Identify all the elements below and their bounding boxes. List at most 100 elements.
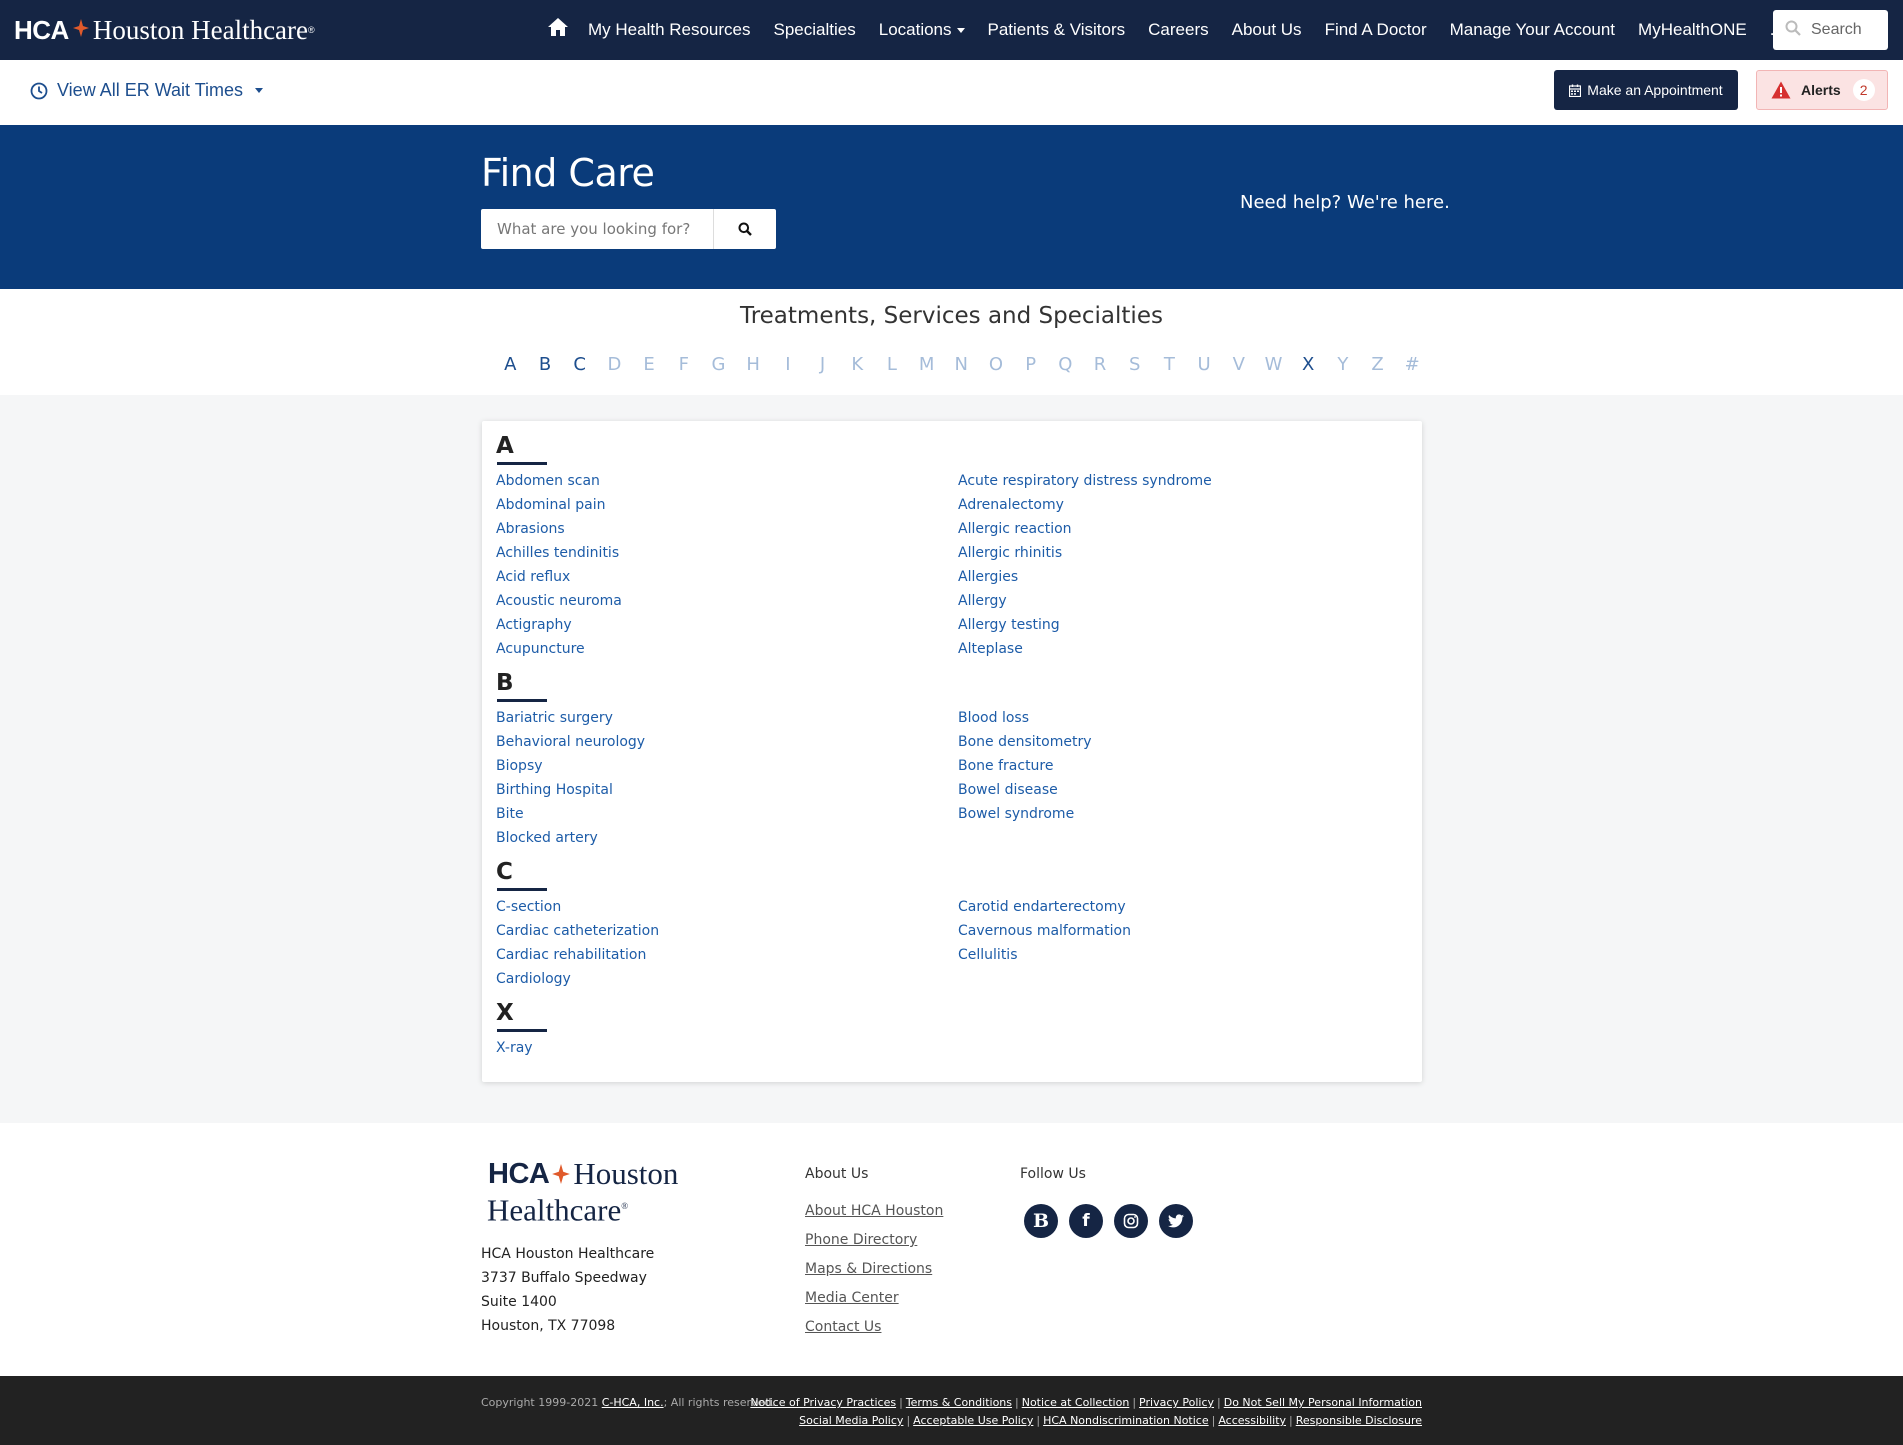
nav-links: My Health Resources Specialties Locations P… <box>588 0 1807 60</box>
legal-link-terms-and-conditions[interactable]: Terms & Conditions <box>906 1396 1012 1409</box>
legal-link-notice-of-privacy-practices[interactable]: Notice of Privacy Practices <box>750 1396 896 1409</box>
legal-link-hca-nondiscrimination-notice[interactable]: HCA Nondiscrimination Notice <box>1043 1414 1209 1427</box>
specialty-link[interactable]: Achilles tendinitis <box>496 541 622 565</box>
letter-filter-s: S <box>1129 354 1141 375</box>
nav-link-about-us[interactable]: About Us <box>1232 20 1302 40</box>
specialty-link[interactable]: Abrasions <box>496 517 622 541</box>
nav-link-manage-your-account[interactable]: Manage Your Account <box>1450 20 1615 40</box>
specialty-link[interactable]: Allergies <box>958 565 1212 589</box>
specialty-link[interactable]: Bowel disease <box>958 778 1092 802</box>
footer-link-maps-and-directions[interactable]: Maps & Directions <box>805 1259 943 1288</box>
specialty-link[interactable]: Behavioral neurology <box>496 730 645 754</box>
nav-link-careers[interactable]: Careers <box>1148 20 1208 40</box>
specialty-link[interactable]: Adrenalectomy <box>958 493 1212 517</box>
facebook-icon[interactable]: f <box>1069 1204 1103 1238</box>
specialty-link[interactable]: Blood loss <box>958 706 1092 730</box>
calendar-icon <box>1569 84 1587 97</box>
specialty-link[interactable]: Acoustic neuroma <box>496 589 622 613</box>
find-care-search <box>481 209 776 249</box>
make-appointment-button[interactable]: Make an Appointment <box>1554 70 1738 110</box>
specialty-link[interactable]: Bite <box>496 802 645 826</box>
nav-search-box[interactable]: Search <box>1773 10 1888 50</box>
copyright: Copyright 1999-2021 C-HCA, Inc.; All rig… <box>481 1396 775 1409</box>
legal-link-accessibility[interactable]: Accessibility <box>1218 1414 1286 1427</box>
specialty-link[interactable]: Cardiology <box>496 967 659 991</box>
nav-link-locations[interactable]: Locations <box>879 20 965 40</box>
address-line: Suite 1400 <box>481 1294 557 1310</box>
letter-filter-hash: # <box>1404 354 1420 375</box>
legal-link-do-not-sell-my-personal-information[interactable]: Do Not Sell My Personal Information <box>1224 1396 1422 1409</box>
specialty-link[interactable]: Acute respiratory distress syndrome <box>958 469 1212 493</box>
specialty-link[interactable]: Alteplase <box>958 637 1212 661</box>
legal-link-social-media-policy[interactable]: Social Media Policy <box>799 1414 903 1427</box>
specialty-link[interactable]: Actigraphy <box>496 613 622 637</box>
footer-link-media-center[interactable]: Media Center <box>805 1288 943 1317</box>
specialty-link[interactable]: Blocked artery <box>496 826 645 850</box>
specialty-link[interactable]: Cellulitis <box>958 943 1131 967</box>
footer-link-phone-directory[interactable]: Phone Directory <box>805 1230 943 1259</box>
specialty-link[interactable]: Carotid endarterectomy <box>958 895 1131 919</box>
home-icon[interactable] <box>547 17 569 39</box>
letter-filter-e: E <box>643 354 655 375</box>
letter-filter-q: Q <box>1058 354 1073 375</box>
letter-filter-y: Y <box>1337 354 1349 375</box>
letter-filter-c[interactable]: C <box>562 354 597 376</box>
legal-link-notice-at-collection[interactable]: Notice at Collection <box>1022 1396 1130 1409</box>
hca-houston-logo[interactable]: HCA Houston Healthcare ® <box>14 14 315 46</box>
logo-name-text: Houston Healthcare <box>92 14 309 45</box>
specialty-link[interactable]: Abdominal pain <box>496 493 622 517</box>
nav-link-patients-and-visitors[interactable]: Patients & Visitors <box>988 20 1126 40</box>
specialty-link[interactable]: Acid reflux <box>496 565 622 589</box>
page-title: Find Care <box>481 151 655 195</box>
specialty-link[interactable]: Acupuncture <box>496 637 622 661</box>
letter-filter-b[interactable]: B <box>528 354 563 376</box>
specialty-link[interactable]: C-section <box>496 895 659 919</box>
specialty-link[interactable]: Birthing Hospital <box>496 778 645 802</box>
footer-link-contact-us[interactable]: Contact Us <box>805 1317 943 1346</box>
letter-filter-g: G <box>711 354 726 375</box>
specialty-link[interactable]: Abdomen scan <box>496 469 622 493</box>
specialty-link[interactable]: Allergic rhinitis <box>958 541 1212 565</box>
clock-icon <box>30 82 48 100</box>
alerts-button[interactable]: Alerts 2 <box>1756 70 1888 110</box>
find-care-search-input[interactable] <box>481 209 714 249</box>
letter-filter-v: V <box>1232 354 1245 375</box>
group-x-column-left: X-ray <box>496 1036 533 1060</box>
specialty-link[interactable]: Bowel syndrome <box>958 802 1092 826</box>
footer-link-about-hca-houston[interactable]: About HCA Houston <box>805 1201 943 1230</box>
nav-link-my-health-resources[interactable]: My Health Resources <box>588 20 751 40</box>
footer-about-links: About HCA Houston Phone Directory Maps & D… <box>805 1201 943 1346</box>
specialty-link[interactable]: Allergy <box>958 589 1212 613</box>
specialty-link[interactable]: Cardiac rehabilitation <box>496 943 659 967</box>
er-wait-times-dropdown[interactable]: View All ER Wait Times <box>30 80 264 101</box>
letter-filter-a[interactable]: A <box>493 354 528 376</box>
instagram-icon[interactable] <box>1114 1204 1148 1238</box>
nav-link-myhealthone[interactable]: MyHealthONE <box>1638 20 1747 40</box>
legal-link-privacy-policy[interactable]: Privacy Policy <box>1139 1396 1214 1409</box>
footer-logo[interactable]: HCA Houston Healthcare® <box>487 1156 678 1225</box>
twitter-icon[interactable] <box>1159 1204 1193 1238</box>
specialty-link[interactable]: Allergy testing <box>958 613 1212 637</box>
hca-star-icon <box>72 18 89 42</box>
copyright-link[interactable]: C-HCA, Inc. <box>602 1396 664 1409</box>
social-links: Bf <box>1024 1204 1204 1238</box>
legal-link-acceptable-use-policy[interactable]: Acceptable Use Policy <box>913 1414 1033 1427</box>
specialty-link[interactable]: Bariatric surgery <box>496 706 645 730</box>
group-a-column-left: Abdomen scan Abdominal pain Abrasions Achil… <box>496 469 622 661</box>
specialty-link[interactable]: Cavernous malformation <box>958 919 1131 943</box>
chevron-down-icon <box>255 88 264 93</box>
specialty-link[interactable]: Cardiac catheterization <box>496 919 659 943</box>
specialty-link[interactable]: Bone fracture <box>958 754 1092 778</box>
letter-filter-x[interactable]: X <box>1291 354 1326 376</box>
specialty-link[interactable]: Allergic reaction <box>958 517 1212 541</box>
legal-link-responsible-disclosure[interactable]: Responsible Disclosure <box>1296 1414 1422 1427</box>
specialty-link[interactable]: Bone densitometry <box>958 730 1092 754</box>
blog-icon[interactable]: B <box>1024 1204 1058 1238</box>
specialty-link[interactable]: Biopsy <box>496 754 645 778</box>
group-underline <box>497 1029 547 1032</box>
find-care-search-button[interactable] <box>714 209 776 249</box>
specialty-link[interactable]: X-ray <box>496 1036 533 1060</box>
er-wait-times-label: View All ER Wait Times <box>57 80 244 100</box>
nav-link-find-a-doctor[interactable]: Find A Doctor <box>1325 20 1427 40</box>
nav-link-specialties[interactable]: Specialties <box>774 20 856 40</box>
